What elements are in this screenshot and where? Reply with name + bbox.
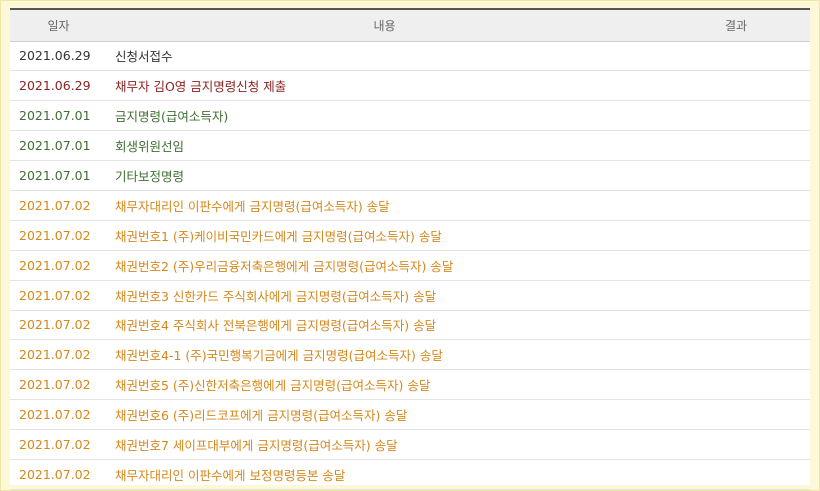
header-content: 내용 (107, 8, 662, 42)
row-content: 채무자대리인 이판수에게 보정명령등본 송달 (107, 459, 662, 490)
table-row: 2021.07.02 채무자대리인 이판수에게 보정명령등본 송달 (10, 459, 810, 490)
row-content: 채권번호4 주식회사 전북은행에게 금지명령(급여소득자) 송달 (107, 310, 662, 341)
row-date: 2021.07.02 (10, 190, 107, 221)
table-row: 2021.07.02 채권번호2 (주)우리금융저축은행에게 금지명령(급여소득… (10, 250, 810, 281)
row-content: 채권번호6 (주)리드코프에게 금지명령(급여소득자) 송달 (107, 399, 662, 431)
row-date: 2021.07.02 (10, 369, 107, 401)
row-content: 채권번호4-1 (주)국민행복기금에게 금지명령(급여소득자) 송달 (107, 339, 662, 371)
row-result (662, 220, 810, 251)
row-result (662, 429, 810, 460)
row-content: 채권번호5 (주)신한저축은행에게 금지명령(급여소득자) 송달 (107, 369, 662, 401)
row-result (662, 160, 810, 191)
header-date: 일자 (10, 8, 107, 42)
table-row: 2021.07.02 채권번호1 (주)케이비국민카드에게 금지명령(급여소득자… (10, 220, 810, 251)
row-date: 2021.07.01 (10, 130, 107, 162)
row-content: 채권번호1 (주)케이비국민카드에게 금지명령(급여소득자) 송달 (107, 220, 662, 251)
row-result (662, 369, 810, 401)
row-date: 2021.07.02 (10, 310, 107, 341)
row-content: 채권번호2 (주)우리금융저축은행에게 금지명령(급여소득자) 송달 (107, 250, 662, 281)
row-result (662, 339, 810, 371)
row-content: 기타보정명령 (107, 160, 662, 191)
table-row: 2021.07.02 채권번호3 신한카드 주식회사에게 금지명령(급여소득자)… (10, 280, 810, 311)
row-date: 2021.07.02 (10, 280, 107, 311)
table-body: 2021.06.29 신청서접수 2021.06.29 채무자 김O영 금지명령… (10, 41, 810, 490)
row-result (662, 280, 810, 311)
table-row: 2021.06.29 신청서접수 (10, 41, 810, 72)
row-result (662, 250, 810, 281)
row-content: 채권번호7 세이프대부에게 금지명령(급여소득자) 송달 (107, 429, 662, 460)
row-result (662, 190, 810, 221)
table-row: 2021.07.02 채권번호4-1 (주)국민행복기금에게 금지명령(급여소득… (10, 339, 810, 371)
row-date: 2021.07.02 (10, 399, 107, 431)
row-date: 2021.07.02 (10, 459, 107, 490)
table-row: 2021.07.01 금지명령(급여소득자) (10, 100, 810, 132)
table-row: 2021.07.01 기타보정명령 (10, 160, 810, 191)
row-content: 신청서접수 (107, 41, 662, 72)
table-row: 2021.07.02 채무자대리인 이판수에게 금지명령(급여소득자) 송달 (10, 190, 810, 221)
table-header: 일자 내용 결과 (10, 8, 810, 42)
row-date: 2021.07.02 (10, 429, 107, 460)
row-result (662, 399, 810, 431)
row-result (662, 41, 810, 72)
row-date: 2021.07.01 (10, 160, 107, 191)
table-row: 2021.07.02 채권번호6 (주)리드코프에게 금지명령(급여소득자) 송… (10, 399, 810, 431)
row-result (662, 310, 810, 341)
row-date: 2021.06.29 (10, 70, 107, 102)
page-background: 일자 내용 결과 2021.06.29 신청서접수 2021.06.29 채무자… (0, 0, 820, 491)
row-result (662, 459, 810, 490)
case-progress-panel: 일자 내용 결과 2021.06.29 신청서접수 2021.06.29 채무자… (10, 8, 810, 490)
table-row: 2021.07.02 채권번호5 (주)신한저축은행에게 금지명령(급여소득자)… (10, 369, 810, 401)
table-row: 2021.07.02 채권번호4 주식회사 전북은행에게 금지명령(급여소득자)… (10, 310, 810, 341)
header-row: 일자 내용 결과 (10, 8, 810, 42)
row-content: 채무자 김O영 금지명령신청 제출 (107, 70, 662, 102)
header-result: 결과 (662, 8, 810, 42)
case-progress-table: 일자 내용 결과 2021.06.29 신청서접수 2021.06.29 채무자… (10, 8, 810, 490)
row-date: 2021.06.29 (10, 41, 107, 72)
row-date: 2021.07.02 (10, 250, 107, 281)
row-date: 2021.07.01 (10, 100, 107, 132)
row-result (662, 130, 810, 162)
row-content: 채권번호3 신한카드 주식회사에게 금지명령(급여소득자) 송달 (107, 280, 662, 311)
row-content: 회생위원선임 (107, 130, 662, 162)
table-row: 2021.07.01 회생위원선임 (10, 130, 810, 162)
row-date: 2021.07.02 (10, 339, 107, 371)
row-result (662, 100, 810, 132)
row-content: 채무자대리인 이판수에게 금지명령(급여소득자) 송달 (107, 190, 662, 221)
row-content: 금지명령(급여소득자) (107, 100, 662, 132)
table-row: 2021.06.29 채무자 김O영 금지명령신청 제출 (10, 70, 810, 102)
table-row: 2021.07.02 채권번호7 세이프대부에게 금지명령(급여소득자) 송달 (10, 429, 810, 460)
row-date: 2021.07.02 (10, 220, 107, 251)
row-result (662, 70, 810, 102)
